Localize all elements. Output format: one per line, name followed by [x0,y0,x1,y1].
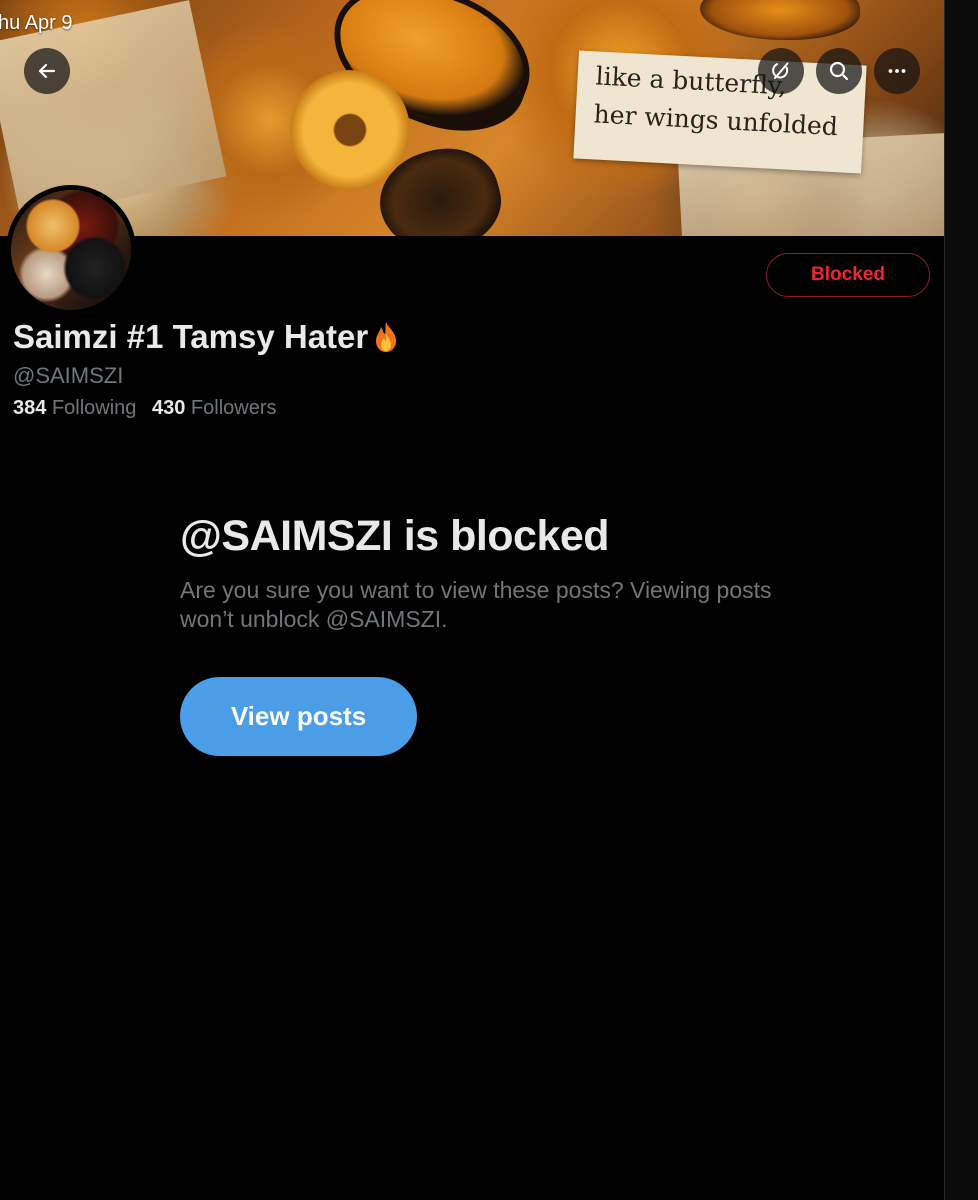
search-button[interactable] [816,48,862,94]
fire-emoji-icon [376,322,397,352]
grok-icon [772,62,789,79]
back-button[interactable] [24,48,70,94]
blocked-notice-title: @SAIMSZI is blocked [180,512,610,560]
arrow-left-icon [38,63,56,79]
blocked-notice-message: Are you sure you want to view these post… [180,577,772,632]
followers-link[interactable]: 430 Followers [152,397,277,419]
avatar[interactable] [6,185,136,315]
following-link[interactable]: 384 Following [13,397,136,419]
grok-button[interactable] [758,48,804,94]
view-posts-button[interactable]: View posts [180,677,417,756]
more-horizontal-icon [888,69,906,73]
banner-butterfly-art-3 [700,0,860,40]
following-label: Following [51,397,137,419]
window-edge [944,0,978,1200]
blocked-button[interactable]: Blocked [766,253,930,297]
banner-flower-art [290,70,410,190]
profile-handle: @SAIMSZI [13,363,124,388]
display-name-text: Saimzi #1 Tamsy Hater [13,318,369,355]
display-name: Saimzi #1 Tamsy Hater [13,318,401,356]
profile-banner: like a butterfly, her wings unfolded [0,0,944,236]
followers-label: Followers [190,397,277,419]
profile-screen: like a butterfly, her wings unfolded hu … [0,0,944,1200]
status-bar-date: hu Apr 9 [0,12,73,34]
following-count: 384 [13,397,47,419]
follow-stats: 384 Following 430 Followers [13,397,277,420]
more-button[interactable] [874,48,920,94]
search-icon [829,61,849,81]
followers-count: 430 [151,397,186,419]
